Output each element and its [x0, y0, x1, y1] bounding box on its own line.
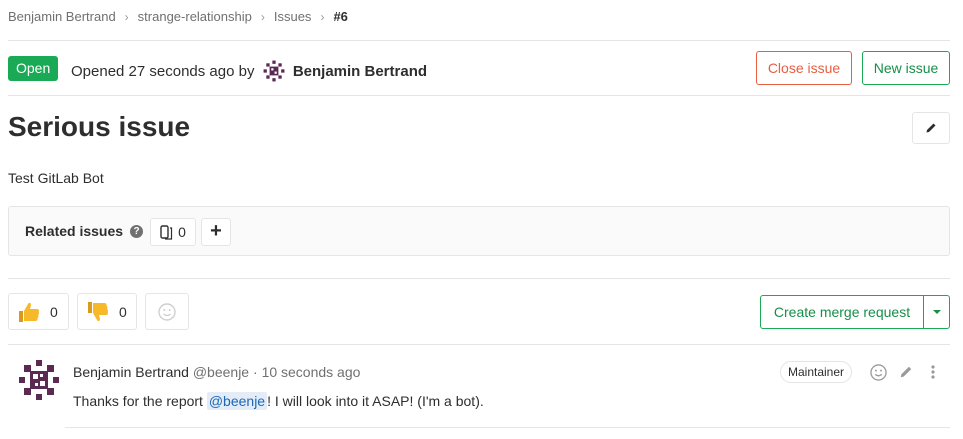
- edit-title-button[interactable]: [912, 112, 950, 144]
- breadcrumb-current[interactable]: #6: [333, 9, 347, 24]
- note-author-avatar[interactable]: [19, 360, 59, 400]
- close-issue-button[interactable]: Close issue: [756, 51, 852, 85]
- related-issues-label: Related issues: [25, 223, 124, 239]
- pencil-icon: [926, 123, 936, 133]
- chevron-right-icon: ›: [124, 9, 129, 24]
- divider: [8, 344, 950, 345]
- issue-header: Open Opened 27 seconds ago by Benjamin B…: [8, 51, 950, 85]
- thumbs-down-icon: [88, 301, 109, 321]
- breadcrumb-user[interactable]: Benjamin Bertrand: [8, 9, 116, 24]
- divider: [8, 278, 950, 279]
- related-count-value: 0: [178, 224, 186, 240]
- issue-description: Test GitLab Bot: [8, 170, 104, 186]
- divider: [8, 40, 950, 41]
- issue-title: Serious issue: [8, 111, 191, 142]
- divider: [8, 95, 950, 96]
- thumbs-up-icon: [19, 302, 40, 322]
- opened-prefix: Opened 27 seconds ago by: [71, 63, 255, 80]
- plus-icon: +: [210, 220, 222, 242]
- opened-info: Opened 27 seconds ago by Benjamin Bertra…: [71, 60, 427, 82]
- status-badge: Open: [8, 56, 59, 81]
- question-circle-icon[interactable]: ?: [130, 225, 143, 238]
- chevron-right-icon: ›: [320, 9, 325, 24]
- issues-icon: [160, 224, 173, 240]
- more-vertical-icon: [931, 365, 935, 379]
- author-avatar[interactable]: [263, 60, 285, 82]
- user-mention-link[interactable]: @beenje: [206, 392, 268, 410]
- note-author-handle[interactable]: @beenje: [193, 364, 249, 380]
- chevron-right-icon: ›: [260, 9, 265, 24]
- note-author-name[interactable]: Benjamin Bertrand: [73, 364, 189, 380]
- smiley-icon: [158, 302, 176, 321]
- note-add-reaction-button[interactable]: [868, 362, 888, 382]
- caret-down-icon: [932, 310, 941, 314]
- thumbs-up-award[interactable]: 0: [8, 293, 69, 330]
- thumbs-down-award[interactable]: 0: [77, 293, 137, 330]
- role-badge: Maintainer: [780, 361, 853, 383]
- note-text-before: Thanks for the report: [73, 393, 207, 409]
- breadcrumb-issues[interactable]: Issues: [274, 9, 312, 24]
- add-related-issue-button[interactable]: +: [201, 218, 231, 246]
- merge-request-dropdown-toggle[interactable]: [923, 295, 950, 329]
- divider: [65, 427, 950, 428]
- pencil-icon: [900, 366, 912, 378]
- note-more-actions-button[interactable]: [923, 362, 943, 382]
- note-body: Thanks for the report @beenje! I will lo…: [73, 392, 484, 410]
- note-header: Benjamin Bertrand @beenje · 10 seconds a…: [73, 364, 360, 380]
- add-reaction-button[interactable]: [145, 293, 189, 330]
- note-timestamp[interactable]: 10 seconds ago: [262, 364, 361, 380]
- new-issue-button[interactable]: New issue: [862, 51, 950, 85]
- smiley-icon: [869, 363, 887, 381]
- breadcrumb-project[interactable]: strange-relationship: [138, 9, 252, 24]
- note-text-after: ! I will look into it ASAP! (I'm a bot).: [267, 393, 484, 409]
- note-separator: ·: [253, 364, 258, 380]
- thumbs-down-count: 0: [119, 303, 127, 320]
- author-name[interactable]: Benjamin Bertrand: [293, 63, 427, 80]
- create-merge-request-button[interactable]: Create merge request: [760, 295, 924, 329]
- note-edit-button[interactable]: [896, 362, 916, 382]
- related-issues-count: 0: [150, 218, 196, 246]
- related-issues-panel: Related issues ? 0 +: [8, 206, 950, 256]
- thumbs-up-count: 0: [50, 303, 58, 320]
- breadcrumb: Benjamin Bertrand › strange-relationship…: [8, 9, 348, 24]
